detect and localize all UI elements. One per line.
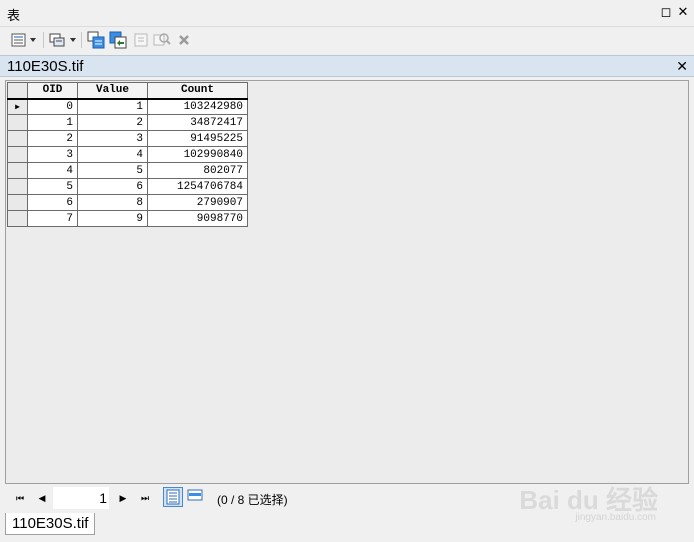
- toolbar-separator: [43, 32, 44, 48]
- row-selector[interactable]: [7, 130, 28, 147]
- window-title: 表: [7, 8, 21, 23]
- delete-selected-button[interactable]: [176, 31, 192, 49]
- table-tab-header: 110E30S.tif ✕: [0, 55, 694, 77]
- count-cell[interactable]: 1254706784: [147, 178, 248, 195]
- count-cell[interactable]: 103242980: [147, 98, 248, 115]
- table-row[interactable]: 1 2 34872417: [7, 114, 248, 131]
- table-row[interactable]: 4 5 802077: [7, 162, 248, 179]
- count-cell[interactable]: 91495225: [147, 130, 248, 147]
- count-cell[interactable]: 2790907: [147, 194, 248, 211]
- clear-selection-icon: [134, 33, 148, 47]
- table-options-button[interactable]: [8, 31, 40, 49]
- table-toolbar: [0, 27, 694, 54]
- row-selector[interactable]: ▶: [7, 98, 28, 115]
- close-table-tab-button[interactable]: ✕: [676, 58, 688, 75]
- table-row[interactable]: 5 6 1254706784: [7, 178, 248, 195]
- oid-cell[interactable]: 4: [27, 162, 78, 179]
- window-title-bar: 表 ◻ ✕: [0, 0, 694, 27]
- current-record-input[interactable]: [53, 487, 109, 509]
- table-options-icon: [11, 33, 36, 47]
- value-cell[interactable]: 3: [77, 130, 148, 147]
- value-cell[interactable]: 9: [77, 210, 148, 227]
- zoom-to-selected-icon: [153, 33, 171, 46]
- table-row[interactable]: 2 3 91495225: [7, 130, 248, 147]
- row-selector-header[interactable]: [7, 82, 28, 100]
- table-row[interactable]: 7 9 9098770: [7, 210, 248, 227]
- delete-selected-icon: [179, 35, 189, 45]
- row-selector[interactable]: [7, 194, 28, 211]
- baidu-watermark-url: jingyan.baidu.com: [575, 512, 656, 523]
- close-window-button[interactable]: ✕: [675, 4, 691, 20]
- oid-cell[interactable]: 5: [27, 178, 78, 195]
- oid-cell[interactable]: 7: [27, 210, 78, 227]
- value-cell[interactable]: 8: [77, 194, 148, 211]
- count-cell[interactable]: 802077: [147, 162, 248, 179]
- bottom-table-tab[interactable]: 110E30S.tif: [5, 513, 96, 535]
- value-cell[interactable]: 2: [77, 114, 148, 131]
- column-header-value[interactable]: Value: [77, 82, 148, 100]
- select-by-attributes-button[interactable]: [87, 31, 105, 49]
- related-tables-button[interactable]: [48, 31, 78, 49]
- table-tab-title: 110E30S.tif: [7, 58, 84, 75]
- selection-status-text: (0 / 8 已选择): [217, 493, 288, 507]
- table-header-row: OID Value Count: [7, 82, 248, 100]
- last-record-button[interactable]: ⏭: [138, 491, 152, 505]
- count-cell[interactable]: 9098770: [147, 210, 248, 227]
- column-header-count[interactable]: Count: [147, 82, 248, 100]
- related-tables-icon: [49, 33, 76, 47]
- select-by-attributes-icon: [87, 31, 105, 49]
- restore-window-button[interactable]: ◻: [658, 4, 674, 20]
- first-record-button[interactable]: ⏮: [13, 491, 27, 505]
- table-row[interactable]: 6 8 2790907: [7, 194, 248, 211]
- count-cell[interactable]: 102990840: [147, 146, 248, 163]
- oid-cell[interactable]: 3: [27, 146, 78, 163]
- show-selected-records-button[interactable]: [186, 487, 206, 507]
- value-cell[interactable]: 1: [77, 98, 148, 115]
- row-selector[interactable]: [7, 114, 28, 131]
- oid-cell[interactable]: 2: [27, 130, 78, 147]
- row-selector[interactable]: [7, 162, 28, 179]
- oid-cell[interactable]: 6: [27, 194, 78, 211]
- toolbar-separator: [81, 32, 82, 48]
- switch-selection-button[interactable]: [109, 31, 127, 49]
- column-header-oid[interactable]: OID: [27, 82, 78, 100]
- attribute-grid-area: OID Value Count ▶ 0 1 103242980 1 2 3487…: [5, 80, 689, 484]
- clear-selection-button[interactable]: [133, 31, 149, 49]
- attribute-table: OID Value Count ▶ 0 1 103242980 1 2 3487…: [7, 82, 248, 227]
- next-record-button[interactable]: ▶: [116, 491, 130, 505]
- row-selector[interactable]: [7, 146, 28, 163]
- zoom-to-selected-button[interactable]: [153, 31, 171, 49]
- row-selector[interactable]: [7, 210, 28, 227]
- oid-cell[interactable]: 1: [27, 114, 78, 131]
- value-cell[interactable]: 5: [77, 162, 148, 179]
- table-row[interactable]: ▶ 0 1 103242980: [7, 98, 248, 115]
- table-row[interactable]: 3 4 102990840: [7, 146, 248, 163]
- oid-cell[interactable]: 0: [27, 98, 78, 115]
- value-cell[interactable]: 6: [77, 178, 148, 195]
- switch-selection-icon: [109, 31, 127, 49]
- current-row-arrow-icon: ▶: [15, 102, 20, 112]
- all-records-icon: [166, 489, 180, 505]
- value-cell[interactable]: 4: [77, 146, 148, 163]
- show-all-records-button[interactable]: [163, 487, 183, 507]
- selected-records-icon: [187, 489, 203, 501]
- previous-record-button[interactable]: ◀: [35, 491, 49, 505]
- count-cell[interactable]: 34872417: [147, 114, 248, 131]
- row-selector[interactable]: [7, 178, 28, 195]
